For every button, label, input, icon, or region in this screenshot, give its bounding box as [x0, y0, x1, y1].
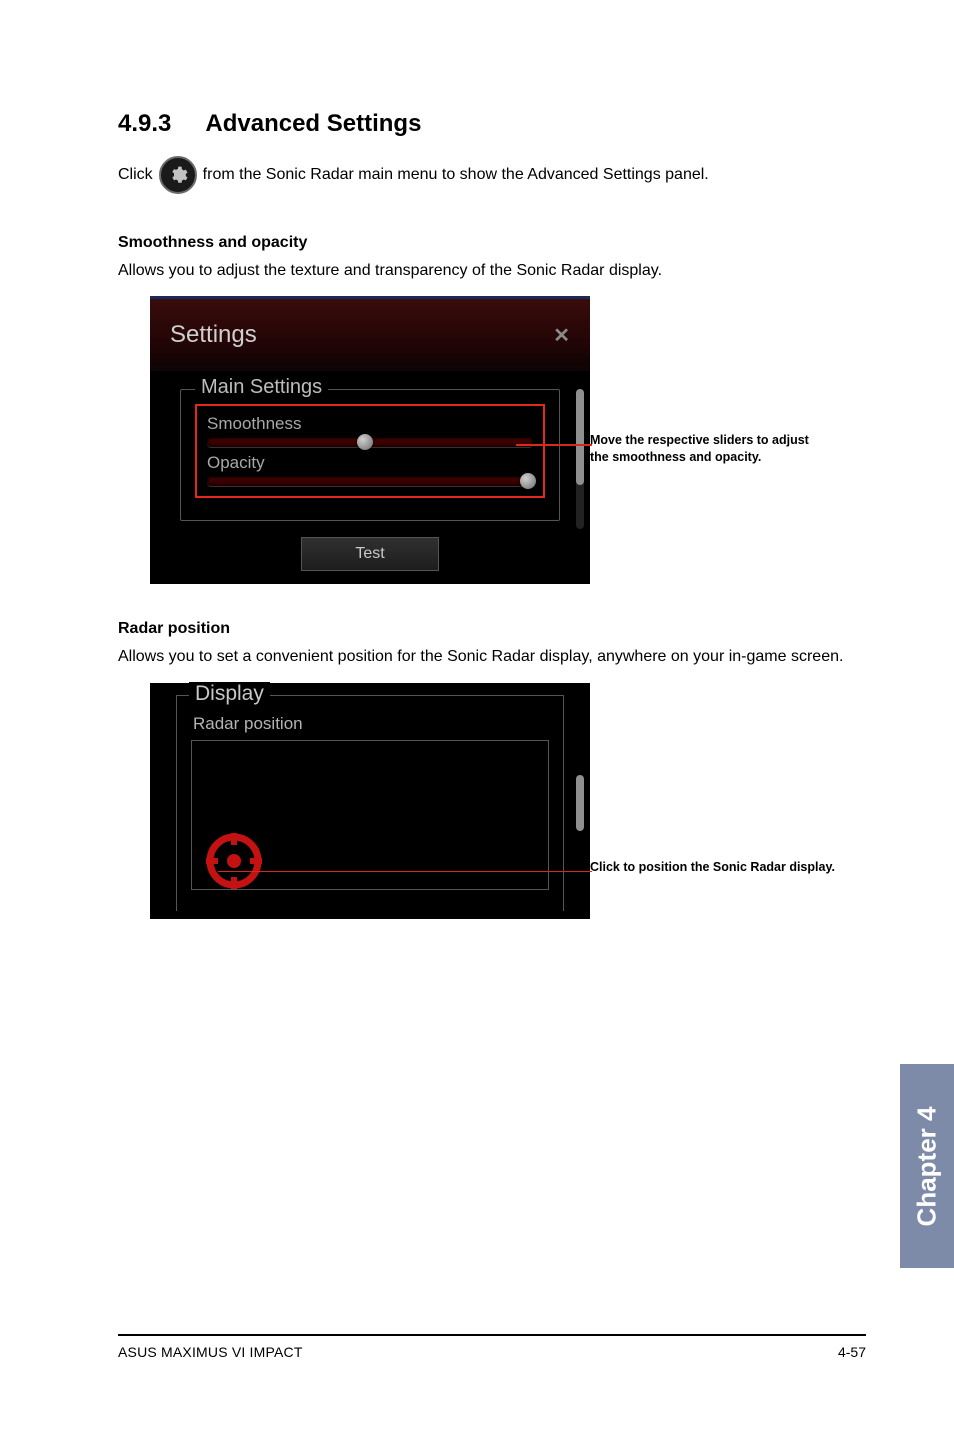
smoothness-body: Allows you to adjust the texture and tra… [118, 260, 866, 282]
test-button[interactable]: Test [301, 537, 439, 571]
close-icon[interactable]: ✕ [553, 323, 570, 348]
slider-highlight-box: Smoothness Opacity [195, 404, 545, 498]
smoothness-slider-thumb[interactable] [357, 434, 373, 450]
settings-scrollbar-thumb[interactable] [576, 389, 584, 485]
radar-heading: Radar position [118, 620, 866, 638]
settings-panel-screenshot: Settings ✕ Main Settings Smoothness Opac… [150, 296, 590, 584]
section-heading: 4.9.3 Advanced Settings [118, 110, 866, 138]
main-settings-legend: Main Settings [195, 376, 328, 399]
opacity-slider[interactable] [207, 477, 533, 486]
footer-rule [118, 1334, 866, 1336]
smoothness-slider[interactable] [207, 438, 533, 447]
callout-line [516, 444, 592, 446]
intro-before: Click [118, 166, 153, 184]
display-legend: Display [189, 682, 270, 706]
opacity-slider-thumb[interactable] [520, 473, 536, 489]
smoothness-heading: Smoothness and opacity [118, 234, 866, 252]
callout-line [218, 871, 592, 873]
settings-panel-header: Settings ✕ [150, 299, 590, 371]
section-title: Advanced Settings [205, 110, 421, 137]
gear-icon [159, 156, 197, 194]
callout-smoothness-text: Move the respective sliders to adjust th… [590, 432, 830, 465]
section-number: 4.9.3 [118, 110, 171, 138]
display-group: Display Radar position [176, 695, 564, 911]
radar-target-icon[interactable] [206, 833, 262, 889]
display-panel-screenshot: Display Radar position [150, 683, 590, 919]
chapter-side-tab: Chapter 4 [900, 1064, 954, 1268]
radar-body: Allows you to set a convenient position … [118, 646, 866, 668]
footer-product-name: ASUS MAXIMUS VI IMPACT [118, 1344, 303, 1360]
chapter-side-tab-label: Chapter 4 [912, 1106, 943, 1226]
settings-panel-title: Settings [170, 321, 257, 349]
main-settings-group: Main Settings Smoothness Opacity [180, 389, 560, 521]
intro-after: from the Sonic Radar main menu to show t… [203, 166, 709, 184]
smoothness-label: Smoothness [207, 414, 533, 434]
intro-line: Click from the Sonic Radar main menu to … [118, 156, 866, 194]
callout-radar: Click to position the Sonic Radar displa… [590, 683, 850, 875]
page-footer: ASUS MAXIMUS VI IMPACT 4-57 [118, 1344, 866, 1360]
opacity-label: Opacity [207, 453, 533, 473]
display-scrollbar-thumb[interactable] [576, 775, 584, 831]
radar-position-label: Radar position [193, 714, 549, 734]
callout-radar-text: Click to position the Sonic Radar displa… [590, 859, 850, 875]
callout-smoothness: Move the respective sliders to adjust th… [590, 296, 830, 465]
page-number: 4-57 [838, 1344, 866, 1360]
radar-position-area[interactable] [191, 740, 549, 890]
settings-scrollbar[interactable] [576, 389, 584, 529]
